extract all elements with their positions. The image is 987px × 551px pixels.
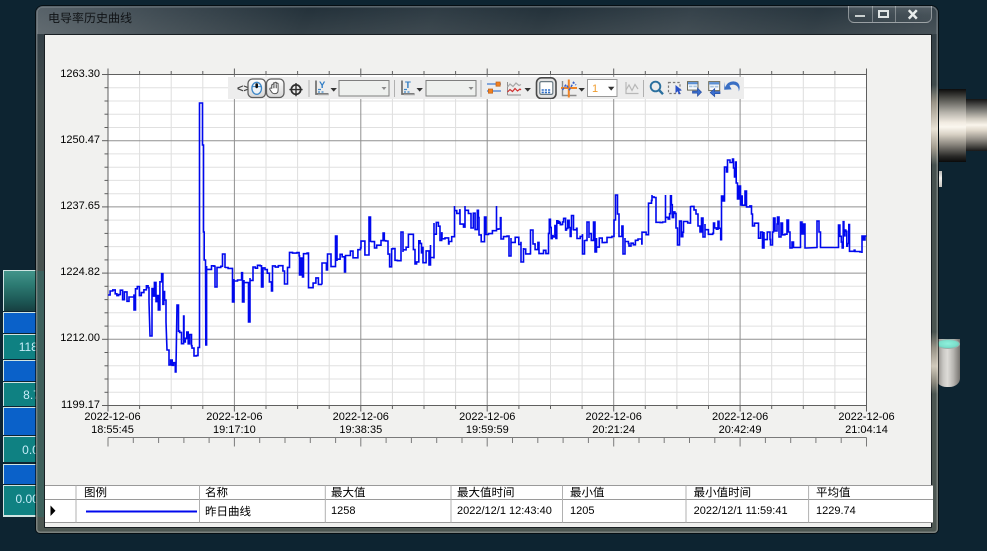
svg-text:1: 1: [592, 83, 598, 95]
